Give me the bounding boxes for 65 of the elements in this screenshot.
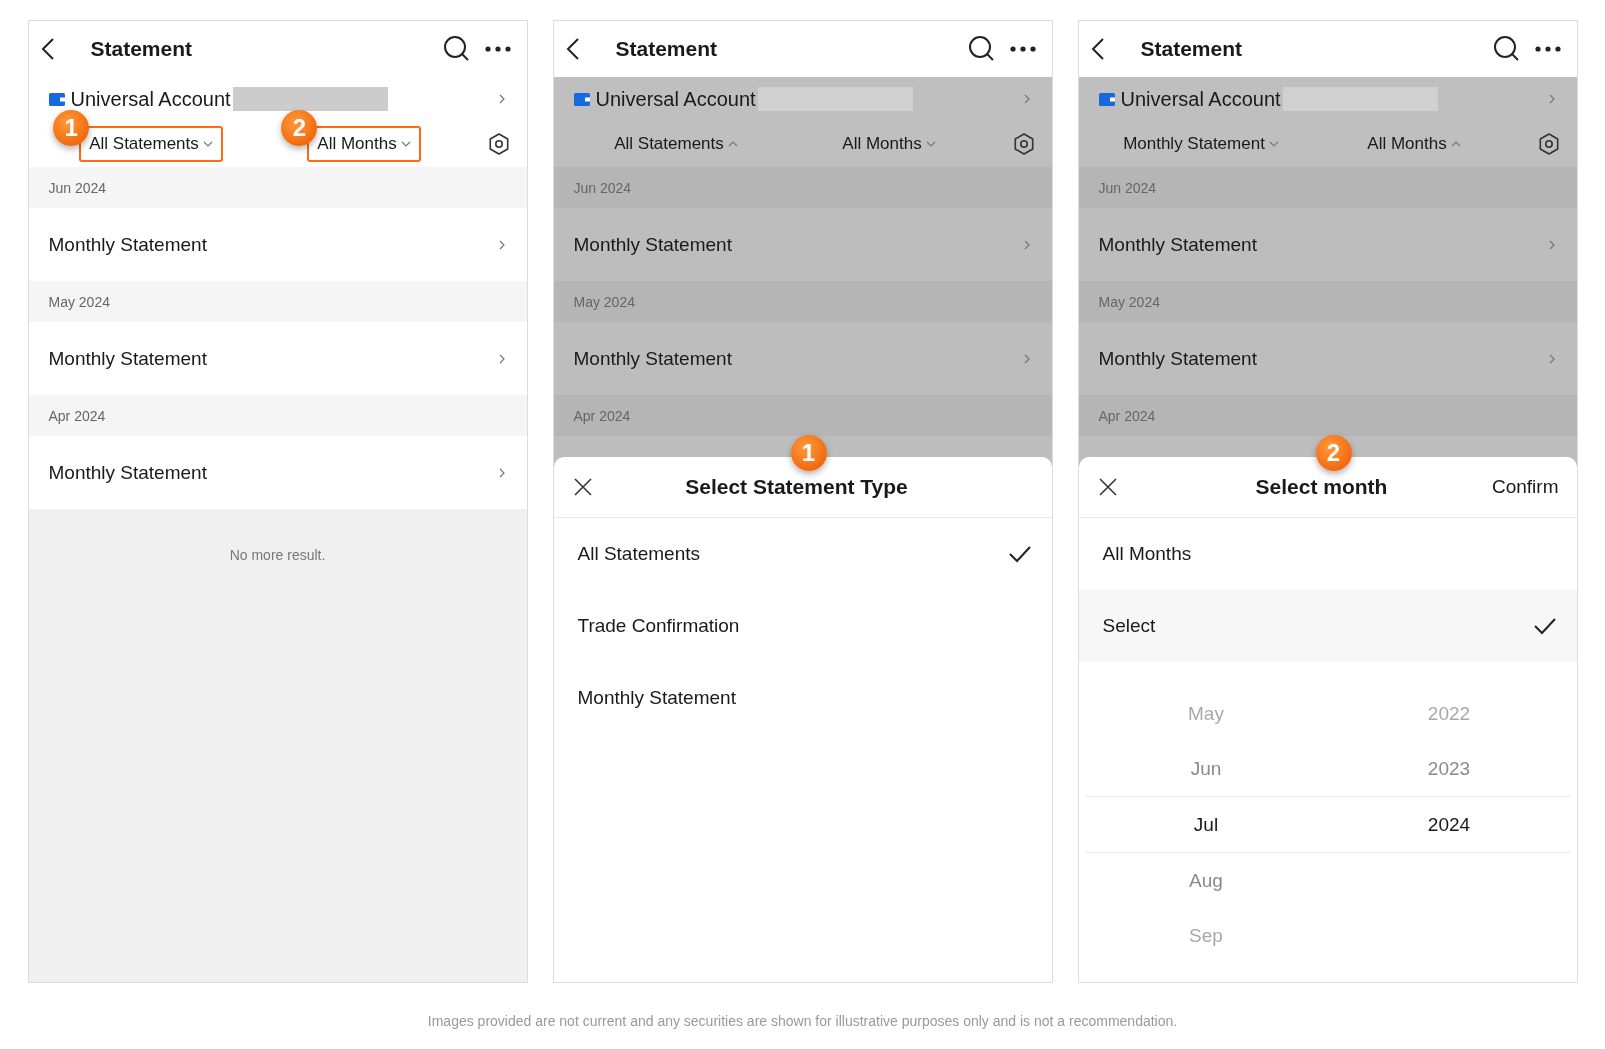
more-icon[interactable]	[1534, 46, 1561, 52]
step-badge: 2	[281, 110, 318, 146]
month-header: Jun 2024	[553, 167, 1052, 208]
back-icon[interactable]	[1090, 37, 1105, 61]
statement-title: Monthly Statement	[1098, 233, 1258, 256]
wallet-icon	[573, 92, 590, 106]
month-header: Jun 2024	[28, 167, 527, 208]
step-badge: 2	[1315, 435, 1352, 471]
account-name: Universal Account	[595, 87, 756, 111]
year-option[interactable]: 2024	[1427, 813, 1471, 836]
wallet-icon	[1098, 92, 1115, 106]
close-icon[interactable]	[1098, 478, 1117, 496]
search-icon[interactable]	[442, 35, 471, 63]
search-icon[interactable]	[1492, 35, 1521, 63]
statement-title: Monthly Statement	[573, 233, 733, 256]
sheet-option[interactable]: Select	[1078, 590, 1577, 662]
statement-title: Monthly Statement	[48, 347, 208, 370]
caret-up-icon	[727, 140, 738, 148]
step-badge: 1	[790, 435, 827, 471]
statement-title: Monthly Statement	[48, 233, 208, 256]
month-header: May 2024	[1078, 281, 1577, 322]
caret-down-icon	[925, 140, 936, 148]
year-option[interactable]: 2023	[1427, 757, 1471, 780]
back-icon[interactable]	[40, 37, 55, 61]
wallet-icon	[48, 92, 65, 106]
step-badge: 1	[53, 110, 90, 146]
account-name: Universal Account	[70, 87, 231, 111]
statement-title: Monthly Statement	[573, 347, 733, 370]
disclaimer-text: Images provided are not current and any securities are shown for illustrative purposes only and is not a recommendation.	[427, 1013, 1178, 1029]
month-header: Apr 2024	[553, 395, 1052, 436]
sheet-title: Select month	[1254, 475, 1389, 499]
account-name: Universal Account	[1120, 87, 1281, 111]
sheet-title: Select Statement Type	[684, 475, 909, 499]
month-header: May 2024	[28, 281, 527, 322]
month-header: Apr 2024	[1078, 395, 1577, 436]
more-icon[interactable]	[484, 46, 511, 52]
month-header: May 2024	[553, 281, 1052, 322]
month-option[interactable]: Jul	[1193, 813, 1219, 836]
caret-down-icon	[202, 140, 213, 148]
back-icon[interactable]	[565, 37, 580, 61]
statement-row[interactable]: Monthly Statement	[28, 436, 527, 509]
check-icon	[1007, 544, 1032, 564]
screen-title: Statement	[90, 37, 194, 61]
screen-title: Statement	[1140, 37, 1244, 61]
more-icon[interactable]	[1009, 46, 1036, 52]
filter-dropdown[interactable]: All Months	[832, 126, 946, 162]
caret-down-icon	[1268, 140, 1279, 148]
caret-down-icon	[400, 140, 411, 148]
month-option[interactable]: Jun	[1190, 757, 1222, 780]
close-icon[interactable]	[573, 478, 592, 496]
statement-title: Monthly Statement	[1098, 347, 1258, 370]
search-icon[interactable]	[967, 35, 996, 63]
month-header: Apr 2024	[28, 395, 527, 436]
confirm-button[interactable]: Confirm	[1486, 475, 1565, 499]
filter-dropdown[interactable]: Monthly Statement	[1113, 126, 1289, 162]
month-header: Jun 2024	[1078, 167, 1577, 208]
statement-row[interactable]: Monthly Statement	[28, 208, 527, 281]
filter-dropdown[interactable]: All Statements	[604, 126, 748, 162]
check-icon	[1532, 616, 1557, 636]
end-of-list-note: No more result.	[228, 547, 327, 563]
filter-dropdown[interactable]: All Months	[1357, 126, 1471, 162]
statement-row[interactable]: Monthly Statement	[28, 322, 527, 395]
screen-title: Statement	[615, 37, 719, 61]
statement-title: Monthly Statement	[48, 461, 208, 484]
caret-up-icon	[1450, 140, 1461, 148]
